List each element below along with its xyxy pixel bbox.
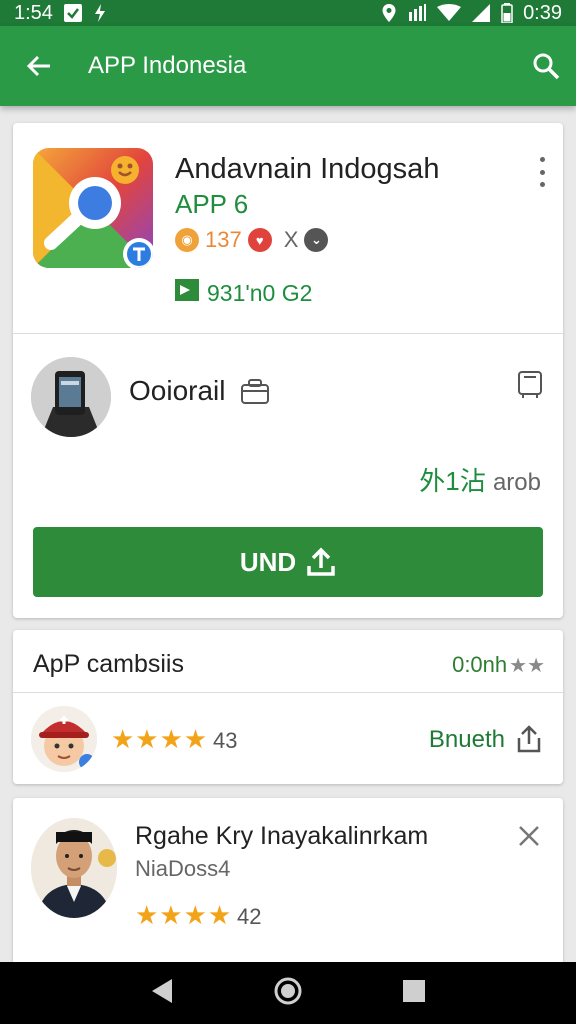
download-count: 外1沾 arob — [419, 461, 541, 498]
briefcase-icon — [239, 377, 271, 410]
chevron-badge-icon: ⌄ — [304, 228, 329, 252]
status-time: 1:54 — [14, 1, 53, 24]
signal-icon — [471, 4, 491, 22]
close-icon — [519, 826, 539, 846]
reviewer-avatar[interactable] — [31, 706, 97, 772]
status-bar: 1:54 0:39 — [0, 0, 576, 26]
reviews-meta[interactable]: 0:0nh ★★ — [452, 652, 545, 678]
reviews-meta-text: 0:0nh — [452, 652, 508, 677]
wifi-icon — [437, 4, 462, 22]
bookmark-icon[interactable] — [517, 369, 543, 404]
reviewer-name: Rgahe Kry Inayakalinrkam — [135, 822, 429, 850]
upload-icon — [307, 547, 335, 576]
main-content: Andavnain Indogsah APP 6 ◉ 137 ♥ X ⌄ 931… — [0, 106, 576, 962]
app-bar: APP Indonesia — [0, 26, 576, 106]
system-nav-bar — [0, 962, 576, 1024]
back-button[interactable] — [0, 26, 78, 106]
star-rating-icon: ★★ — [509, 654, 545, 677]
rating-extra: X — [283, 227, 299, 252]
price-text: 931'n0 G2 — [207, 279, 313, 306]
checkbox-notification-icon — [63, 3, 83, 23]
review-card: Rgahe Kry Inayakalinrkam NiaDoss4 ★★★★ 4… — [13, 798, 563, 962]
price-row: 931'n0 G2 — [175, 279, 312, 307]
install-button[interactable]: UND — [33, 527, 543, 597]
page-title: APP Indonesia — [88, 52, 247, 79]
developer-avatar[interactable] — [31, 357, 111, 437]
more-vert-icon — [539, 157, 545, 162]
app-detail-card: Andavnain Indogsah APP 6 ◉ 137 ♥ X ⌄ 931… — [13, 123, 563, 618]
developer-name[interactable]: Ooiorail — [129, 375, 225, 407]
rating-badge-icon: ◉ — [175, 228, 199, 252]
review2-stars: ★★★★ — [135, 900, 233, 930]
search-button[interactable] — [516, 26, 576, 106]
app-icon[interactable] — [33, 148, 153, 268]
triangle-back-icon — [152, 978, 172, 1003]
review-count: 43 — [213, 728, 238, 753]
nav-recents-button[interactable] — [401, 978, 427, 1009]
reviews-title: ApP cambsiis — [33, 650, 184, 678]
review-stars: ★★★★ — [111, 724, 209, 754]
reviewer-photo[interactable] — [31, 818, 117, 918]
circle-home-icon — [274, 977, 302, 1004]
reviewer-subtitle: NiaDoss4 — [135, 856, 231, 881]
bolt-notification-icon — [93, 3, 107, 23]
square-recents-icon — [403, 979, 425, 1002]
divider — [13, 692, 563, 693]
search-icon — [533, 53, 560, 80]
review2-count: 42 — [237, 904, 262, 929]
nav-back-button[interactable] — [149, 977, 175, 1010]
download-value: 外1沾 — [419, 466, 486, 496]
install-label: UND — [239, 546, 297, 577]
download-unit: arob — [492, 469, 541, 496]
app-stats: ◉ 137 ♥ X ⌄ — [175, 227, 329, 253]
flag-icon — [175, 279, 199, 307]
divider — [13, 333, 563, 334]
close-button[interactable] — [517, 824, 541, 853]
more-options-button[interactable] — [537, 157, 547, 187]
nav-home-button[interactable] — [273, 976, 303, 1011]
rating-value: 137 — [205, 227, 242, 252]
arrow-left-icon — [26, 55, 50, 77]
app-name: Andavnain Indogsah — [175, 153, 440, 185]
reviews-card: ApP cambsiis 0:0nh ★★ ★★★★ 43 Bnueth — [13, 630, 563, 784]
app-subtitle: APP 6 — [175, 189, 249, 219]
share-label[interactable]: Bnueth — [429, 726, 505, 754]
vibrate-icon — [407, 4, 427, 22]
location-icon — [381, 3, 397, 23]
share-icon[interactable] — [515, 724, 543, 759]
heart-badge-icon: ♥ — [247, 228, 272, 252]
battery-icon — [501, 3, 513, 23]
status-clock-right: 0:39 — [523, 1, 562, 24]
